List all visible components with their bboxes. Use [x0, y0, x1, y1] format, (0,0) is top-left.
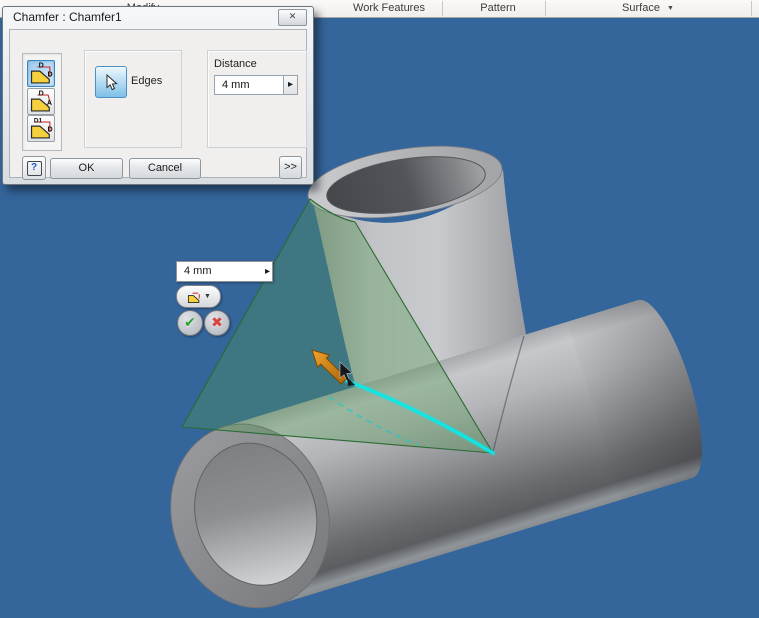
cancel-button[interactable]: Cancel [129, 158, 201, 179]
mini-cancel-button[interactable]: ✖ [204, 310, 230, 336]
edges-label: Edges [131, 75, 163, 87]
more-options-button[interactable]: >> [279, 156, 302, 179]
ribbon-group-surface-label: Surface [622, 2, 660, 14]
edges-select-button[interactable] [95, 66, 127, 98]
chamfer-distance-angle-icon: D A [30, 90, 52, 112]
check-icon: ✔ [184, 314, 196, 330]
ribbon-separator [751, 1, 752, 16]
cross-icon: ✖ [211, 314, 223, 330]
help-icon: ? [26, 160, 42, 176]
chamfer-type-distance-angle-button[interactable]: D A [27, 88, 55, 115]
mini-chamfer-option-button[interactable]: ▼ [176, 285, 221, 308]
mini-distance-value: 4 mm [184, 265, 212, 277]
ribbon-separator [545, 1, 546, 16]
ribbon-group-pattern[interactable]: Pattern [462, 1, 534, 16]
ok-button[interactable]: OK [50, 158, 123, 179]
chamfer-type-two-distances-button[interactable]: D1 D [27, 115, 55, 142]
distance-label: Distance [214, 58, 257, 70]
distance-input[interactable]: 4 mm [214, 75, 284, 95]
close-icon: ✕ [288, 11, 297, 21]
cursor-arrow-icon [106, 73, 118, 90]
chamfer-icon [188, 292, 200, 303]
ribbon-separator [442, 1, 443, 16]
help-button[interactable]: ? [22, 156, 46, 180]
svg-text:D: D [48, 70, 53, 78]
mini-toolbar: 4 mm ▸ ▼ ✔ ✖ [176, 259, 276, 339]
distance-flyout-button[interactable]: ▸ [284, 75, 298, 95]
mini-dropdown-arrow-icon: ▼ [204, 293, 211, 300]
ribbon-group-work-features[interactable]: Work Features [338, 1, 440, 16]
distance-groupbox: Distance 4 mm ▸ [207, 50, 307, 148]
mini-distance-input[interactable]: 4 mm ▸ [176, 261, 273, 282]
dialog-body: D D D A D1 D Edges Distance 4 mm ▸ ? OK … [9, 29, 307, 180]
close-button[interactable]: ✕ [278, 9, 307, 26]
edges-groupbox: Edges [84, 50, 182, 148]
mini-flyout-arrow-icon[interactable]: ▸ [265, 262, 270, 281]
svg-text:D: D [39, 90, 44, 98]
ribbon-group-surface[interactable]: Surface ▼ [598, 1, 698, 16]
chamfer-type-panel: D D D A D1 D [22, 53, 62, 151]
svg-text:D1: D1 [34, 118, 43, 125]
svg-text:D: D [48, 125, 53, 133]
svg-text:D: D [39, 62, 44, 70]
chamfer-type-distance-button[interactable]: D D [27, 60, 55, 87]
flyout-arrow-icon: ▸ [287, 79, 294, 90]
surface-dropdown-icon[interactable]: ▼ [667, 5, 674, 12]
chamfer-distance-icon: D D [30, 62, 53, 84]
svg-text:A: A [47, 99, 52, 107]
dialog-title: Chamfer : Chamfer1 [13, 10, 122, 24]
chamfer-two-distances-icon: D1 D [30, 118, 53, 139]
chamfer-dialog: Chamfer : Chamfer1 ✕ D D D A D1 D Edges … [2, 6, 314, 185]
mini-apply-button[interactable]: ✔ [177, 310, 203, 336]
